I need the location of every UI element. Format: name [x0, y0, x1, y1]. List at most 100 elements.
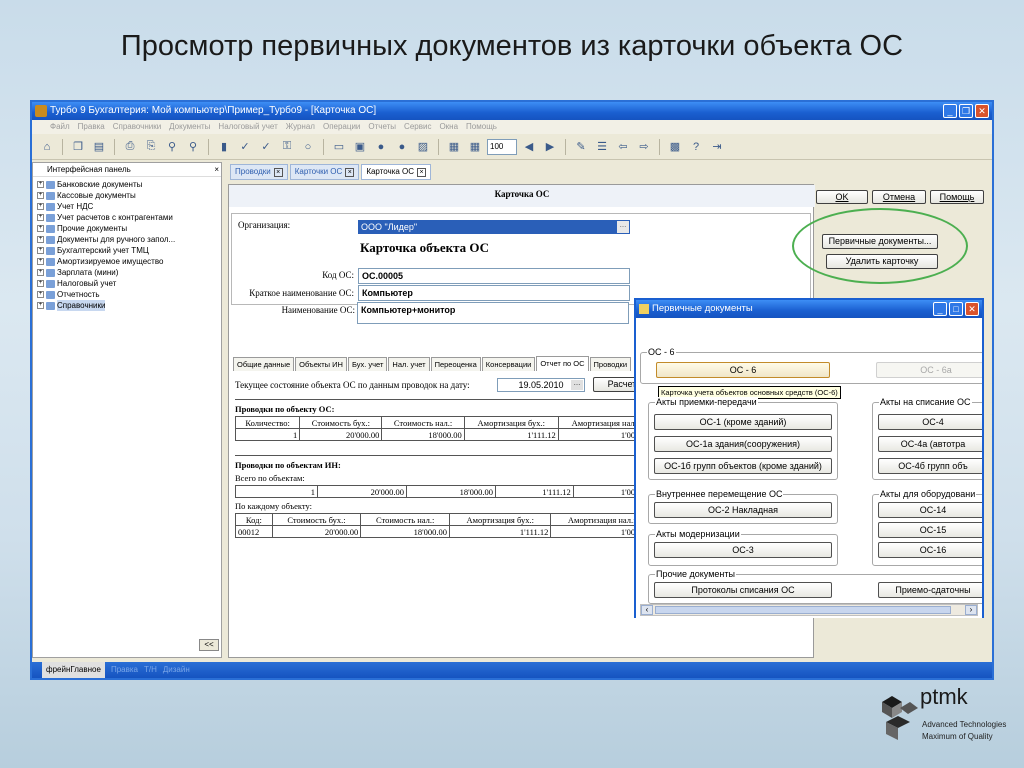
os1a-button[interactable]: ОС-1а здания(сооружения) — [654, 436, 832, 452]
menu-help[interactable]: Помощь — [466, 120, 497, 134]
menu-service[interactable]: Сервис — [404, 120, 431, 134]
primary-documents-button[interactable]: Первичные документы... — [822, 234, 938, 249]
expand-icon[interactable]: + — [37, 225, 44, 232]
search-next-icon[interactable]: ⚲ — [184, 138, 202, 156]
org-select[interactable]: ООО "Лидер" … — [358, 220, 630, 234]
note-icon[interactable]: ✎ — [572, 138, 590, 156]
ok-icon[interactable]: ● — [372, 138, 390, 156]
calculator-icon[interactable]: ▩ — [666, 138, 684, 156]
os15-button[interactable]: ОС-15 — [878, 522, 982, 538]
menu-tax[interactable]: Налоговый учет — [218, 120, 277, 134]
copy-icon[interactable]: ❐ — [69, 138, 87, 156]
status-main-frame[interactable]: фрейнГлавное — [42, 662, 105, 678]
os1-button[interactable]: ОС-1 (кроме зданий) — [654, 414, 832, 430]
print-icon[interactable]: ⎙ — [121, 138, 139, 156]
chart-icon[interactable]: ▮ — [215, 138, 233, 156]
expand-icon[interactable]: + — [37, 236, 44, 243]
tree-item-settlements[interactable]: + Учет расчетов с контрагентами — [37, 212, 221, 223]
expand-icon[interactable]: + — [37, 192, 44, 199]
os6a-button[interactable]: ОС - 6а — [876, 362, 982, 378]
expand-icon[interactable]: + — [37, 280, 44, 287]
tab-os-card[interactable]: Карточка ОС × — [361, 164, 432, 180]
table-icon[interactable]: ▦ — [445, 138, 463, 156]
expand-icon[interactable]: + — [37, 258, 44, 265]
tree-item-reporting[interactable]: + Отчетность — [37, 289, 221, 300]
expand-icon[interactable]: + — [37, 247, 44, 254]
ellipsis-icon[interactable]: … — [617, 221, 629, 233]
tab-postings[interactable]: Проводки × — [230, 164, 288, 180]
expand-icon[interactable]: + — [37, 302, 44, 309]
restore-icon[interactable]: ❐ — [959, 104, 973, 118]
maximize-icon[interactable]: □ — [949, 302, 963, 316]
code-field[interactable]: ОС.00005 — [358, 268, 630, 284]
tree-item-salary[interactable]: + Зарплата (мини) — [37, 267, 221, 278]
collapse-panel-button[interactable]: << — [199, 639, 219, 651]
name-field[interactable]: Компьютер+монитор — [357, 302, 629, 324]
tree-item-manual-docs[interactable]: + Документы для ручного запол... — [37, 234, 221, 245]
document-icon[interactable]: ▭ — [330, 138, 348, 156]
exit-icon[interactable]: ⇥ — [708, 138, 726, 156]
subtab-conservation[interactable]: Консервации — [481, 357, 536, 371]
subtab-accounting[interactable]: Бух. учет — [347, 357, 388, 371]
menu-directories[interactable]: Справочники — [113, 120, 161, 134]
menu-operations[interactable]: Операции — [323, 120, 360, 134]
expand-icon[interactable]: + — [37, 181, 44, 188]
search-icon[interactable]: ⚲ — [163, 138, 181, 156]
subtab-tax[interactable]: Нал. учет — [388, 357, 430, 371]
close-icon[interactable]: × — [417, 167, 427, 177]
help-button[interactable]: Помощь — [930, 190, 984, 204]
expand-icon[interactable]: + — [37, 291, 44, 298]
os4a-button[interactable]: ОС-4а (автотра — [878, 436, 982, 452]
os1b-button[interactable]: ОС-1б групп объектов (кроме зданий) — [654, 458, 832, 474]
ellipsis-icon[interactable]: … — [571, 380, 583, 390]
help-icon[interactable]: ? — [687, 138, 705, 156]
menu-edit[interactable]: Правка — [78, 120, 105, 134]
forward-icon[interactable]: ▶ — [541, 138, 559, 156]
subtab-os-report[interactable]: Отчет по ОС — [536, 356, 589, 371]
tree-item-inventory[interactable]: + Бухгалтерский учет ТМЦ — [37, 245, 221, 256]
save-icon[interactable]: ▣ — [351, 138, 369, 156]
close-icon[interactable]: × — [214, 163, 219, 177]
tree-item-directories[interactable]: + Справочники — [37, 300, 221, 311]
calendar-icon[interactable]: ▦ — [466, 138, 484, 156]
close-icon[interactable]: ✕ — [965, 302, 979, 316]
subtab-general[interactable]: Общие данные — [233, 357, 295, 371]
os2-button[interactable]: ОС-2 Накладная — [654, 502, 832, 518]
menu-reports[interactable]: Отчеты — [368, 120, 396, 134]
subtab-postings[interactable]: Проводки — [589, 357, 632, 371]
os6-button[interactable]: ОС - 6 — [656, 362, 830, 378]
folder-icon[interactable]: ▤ — [90, 138, 108, 156]
acceptance-delivery-button[interactable]: Приемо-сдаточны — [878, 582, 982, 598]
scroll-right-icon[interactable]: › — [965, 605, 977, 615]
minimize-icon[interactable]: _ — [933, 302, 947, 316]
menu-documents[interactable]: Документы — [169, 120, 210, 134]
status-design[interactable]: Дизайн — [163, 662, 190, 678]
os4b-button[interactable]: ОС-4б групп объ — [878, 458, 982, 474]
tree-item-tax-accounting[interactable]: + Налоговый учет — [37, 278, 221, 289]
check-all-icon[interactable]: ✓ — [257, 138, 275, 156]
os16-button[interactable]: ОС-16 — [878, 542, 982, 558]
menu-journal[interactable]: Журнал — [286, 120, 315, 134]
home-icon[interactable]: ⌂ — [38, 138, 56, 156]
horizontal-scrollbar[interactable]: ‹ › — [640, 604, 978, 616]
status-edit[interactable]: Правка — [111, 662, 138, 678]
list-icon[interactable]: ☰ — [593, 138, 611, 156]
status-tn[interactable]: Т/Н — [144, 662, 157, 678]
tree-item-other-docs[interactable]: + Прочие документы — [37, 223, 221, 234]
subtab-revaluation[interactable]: Переоценка — [430, 357, 481, 371]
close-icon[interactable]: × — [273, 167, 283, 177]
arrow-left-icon[interactable]: ⇦ — [614, 138, 632, 156]
expand-icon[interactable]: + — [37, 269, 44, 276]
check-icon[interactable]: ✓ — [236, 138, 254, 156]
subtab-in-objects[interactable]: Объекты ИН — [295, 357, 347, 371]
stop-icon[interactable]: ● — [393, 138, 411, 156]
expand-icon[interactable]: + — [37, 214, 44, 221]
preview-icon[interactable]: ⎘ — [142, 138, 160, 156]
tree-item-bank[interactable]: + Банковские документы — [37, 179, 221, 190]
date-field[interactable]: 19.05.2010 … — [497, 378, 585, 392]
scroll-left-icon[interactable]: ‹ — [641, 605, 653, 615]
menu-file[interactable]: Файл — [50, 120, 70, 134]
tree-item-depreciable[interactable]: + Амортизируемое имущество — [37, 256, 221, 267]
os14-button[interactable]: ОС-14 — [878, 502, 982, 518]
expand-icon[interactable]: + — [37, 203, 44, 210]
